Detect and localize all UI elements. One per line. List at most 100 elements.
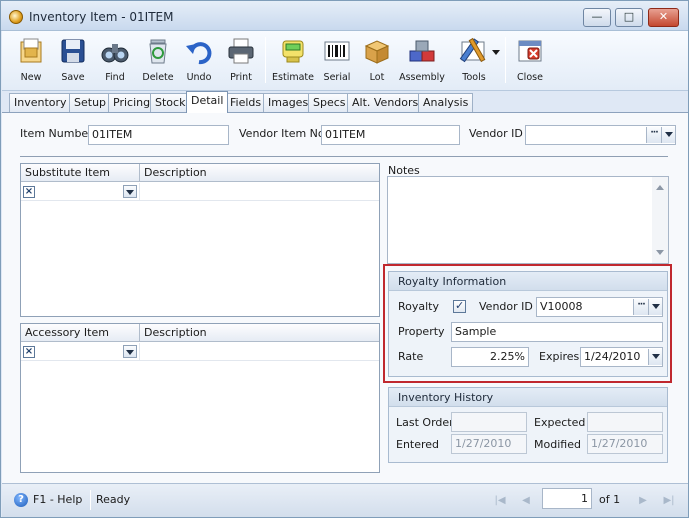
record-number-field[interactable]: 1 bbox=[542, 488, 592, 509]
first-record-button[interactable]: |◀ bbox=[489, 492, 511, 510]
lot-label: Lot bbox=[369, 72, 385, 83]
window-title: Inventory Item - 01ITEM bbox=[29, 10, 174, 24]
serial-label: Serial bbox=[323, 72, 351, 83]
tab-images[interactable]: Images bbox=[263, 93, 314, 112]
notes-scrollbar[interactable] bbox=[652, 177, 668, 263]
substitute-item-cell[interactable]: × bbox=[21, 183, 140, 200]
inventory-history-group: Inventory History Last Order Expected En… bbox=[388, 387, 668, 463]
toolbar-separator bbox=[505, 37, 506, 83]
new-document-icon bbox=[20, 38, 42, 63]
modified-field: 1/27/2010 bbox=[587, 434, 663, 454]
title-bar[interactable]: Inventory Item - 01ITEM — □ ✕ bbox=[1, 1, 688, 31]
find-button[interactable]: Find bbox=[96, 34, 134, 88]
status-text: Ready bbox=[96, 493, 131, 506]
vendor-item-no-label: Vendor Item No bbox=[239, 127, 325, 140]
tab-pricing[interactable]: Pricing bbox=[108, 93, 156, 112]
column-header-substitute-item[interactable]: Substitute Item bbox=[21, 164, 140, 182]
vendor-id-label: Vendor ID bbox=[469, 127, 523, 140]
scroll-down-icon[interactable] bbox=[656, 250, 664, 255]
tab-setup[interactable]: Setup bbox=[69, 93, 112, 112]
print-label: Print bbox=[230, 72, 252, 83]
floppy-disk-icon bbox=[61, 39, 85, 63]
description-cell[interactable] bbox=[140, 343, 379, 360]
entered-label: Entered bbox=[396, 438, 440, 451]
tools-button[interactable]: Tools bbox=[450, 34, 500, 88]
print-button[interactable]: Print bbox=[222, 34, 260, 88]
help-shortcut-label[interactable]: F1 - Help bbox=[33, 493, 82, 506]
accessory-item-dropdown[interactable] bbox=[123, 345, 137, 358]
save-button[interactable]: Save bbox=[54, 34, 92, 88]
column-header-description[interactable]: Description bbox=[140, 324, 379, 342]
close-window-button[interactable]: ✕ bbox=[648, 8, 679, 27]
find-label: Find bbox=[105, 72, 125, 83]
last-record-button[interactable]: ▶| bbox=[658, 492, 680, 510]
serial-button[interactable]: Serial bbox=[318, 34, 356, 88]
tab-inventory[interactable]: Inventory bbox=[9, 93, 72, 112]
notes-textarea[interactable] bbox=[387, 176, 669, 264]
column-header-accessory-item[interactable]: Accessory Item bbox=[21, 324, 140, 342]
recycle-bin-icon bbox=[149, 39, 167, 64]
close-icon: ✕ bbox=[658, 10, 669, 23]
item-number-field[interactable]: 01ITEM bbox=[88, 125, 229, 145]
close-button[interactable]: Close bbox=[510, 34, 550, 88]
assembly-blocks-icon bbox=[409, 40, 435, 62]
dropdown-arrow-icon bbox=[492, 50, 500, 55]
save-label: Save bbox=[61, 72, 85, 83]
new-label: New bbox=[20, 72, 42, 83]
tab-specs[interactable]: Specs bbox=[308, 93, 351, 112]
tab-analysis[interactable]: Analysis bbox=[418, 93, 474, 112]
help-icon[interactable]: ? bbox=[14, 493, 28, 507]
item-number-label: Item Number bbox=[20, 127, 93, 140]
table-row[interactable]: × bbox=[21, 343, 379, 361]
vendor-item-no-field[interactable]: 01ITEM bbox=[321, 125, 460, 145]
chevron-down-icon bbox=[126, 190, 134, 195]
vendor-id-combo[interactable]: ··· bbox=[525, 125, 676, 145]
toolbar: New Save Find Delete Undo Print Estimate… bbox=[2, 31, 688, 91]
tab-fields[interactable]: Fields bbox=[225, 93, 267, 112]
grid-header: Accessory Item Description bbox=[21, 324, 379, 342]
delete-row-icon[interactable]: × bbox=[23, 346, 35, 358]
description-cell[interactable] bbox=[140, 183, 379, 200]
assembly-button[interactable]: Assembly bbox=[398, 34, 446, 88]
tab-detail[interactable]: Detail bbox=[186, 91, 229, 113]
chevron-down-icon bbox=[665, 132, 673, 137]
scroll-up-icon[interactable] bbox=[656, 185, 664, 190]
undo-label: Undo bbox=[186, 72, 212, 83]
previous-record-button[interactable]: ◀ bbox=[515, 492, 537, 510]
lot-boxes-icon bbox=[364, 40, 390, 64]
vendor-id-dropdown[interactable] bbox=[661, 127, 675, 143]
column-header-description[interactable]: Description bbox=[140, 164, 379, 182]
undo-arrow-icon bbox=[186, 42, 212, 65]
new-button[interactable]: New bbox=[12, 34, 50, 88]
accessory-item-cell[interactable]: × bbox=[21, 343, 140, 360]
undo-button[interactable]: Undo bbox=[180, 34, 218, 88]
tools-label: Tools bbox=[462, 72, 486, 83]
lot-button[interactable]: Lot bbox=[358, 34, 396, 88]
maximize-icon: □ bbox=[623, 10, 635, 23]
record-count-label: of 1 bbox=[599, 493, 621, 506]
printer-icon bbox=[228, 38, 254, 64]
status-separator bbox=[90, 490, 91, 510]
substitute-item-dropdown[interactable] bbox=[123, 185, 137, 198]
binoculars-icon bbox=[101, 44, 129, 63]
table-row[interactable]: × bbox=[21, 183, 379, 201]
delete-label: Delete bbox=[142, 72, 174, 83]
entered-field: 1/27/2010 bbox=[451, 434, 527, 454]
grid-header: Substitute Item Description bbox=[21, 164, 379, 182]
estimate-label: Estimate bbox=[272, 72, 314, 83]
minimize-icon: — bbox=[591, 10, 603, 23]
close-label: Close bbox=[517, 72, 543, 83]
expected-label: Expected bbox=[534, 416, 586, 429]
minimize-button[interactable]: — bbox=[583, 8, 611, 27]
estimate-button[interactable]: Estimate bbox=[270, 34, 316, 88]
vendor-lookup-button[interactable]: ··· bbox=[646, 127, 661, 143]
tab-alt-vendors[interactable]: Alt. Vendors bbox=[347, 93, 424, 112]
maximize-button[interactable]: □ bbox=[615, 8, 643, 27]
next-record-button[interactable]: ▶ bbox=[632, 492, 654, 510]
royalty-highlight-frame bbox=[383, 264, 672, 383]
status-bar: ? F1 - Help Ready |◀ ◀ 1 of 1 ▶ ▶| bbox=[2, 483, 688, 517]
delete-row-icon[interactable]: × bbox=[23, 186, 35, 198]
history-group-title: Inventory History bbox=[389, 388, 667, 407]
tab-stock[interactable]: Stock bbox=[150, 93, 191, 112]
delete-button[interactable]: Delete bbox=[138, 34, 178, 88]
